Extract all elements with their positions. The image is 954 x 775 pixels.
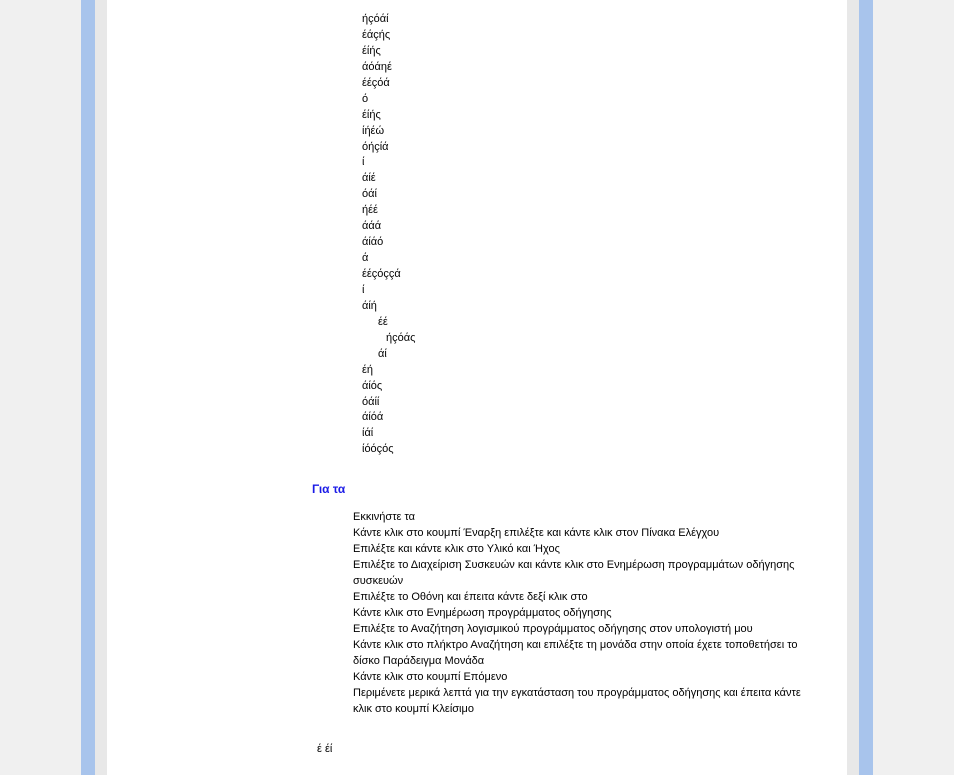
section-heading: Για τα — [312, 482, 817, 496]
vertical-text-line: ήçόάς — [362, 331, 817, 347]
instruction-line: Κάντε κλικ στο κουμπί Επόμενο — [353, 670, 807, 686]
vertical-text-line: ά — [362, 251, 817, 267]
vertical-text-line: άίόά — [362, 410, 817, 426]
page-footer: έ έί — [317, 743, 817, 755]
vertical-text-line: ίήέώ — [362, 124, 817, 140]
instruction-line: Επιλέξτε το Οθόνη και έπειτα κάντε δεξί … — [353, 590, 807, 606]
vertical-text-line: όήçίά — [362, 140, 817, 156]
vertical-text-line: ό — [362, 92, 817, 108]
vertical-text-line: ί — [362, 155, 817, 171]
instruction-line: Κάντε κλικ στο πλήκτρο Αναζήτηση και επι… — [353, 638, 807, 670]
vertical-text-line: ήçόάί — [362, 12, 817, 28]
right-blue-bar — [859, 0, 873, 775]
vertical-text-line: άόάηέ — [362, 60, 817, 76]
vertical-text-line: άίός — [362, 379, 817, 395]
instructions-block: Εκκινήστε ταΚάντε κλικ στο κουμπί Έναρξη… — [353, 510, 807, 717]
vertical-text-line: έίής — [362, 108, 817, 124]
vertical-text-line: άί — [362, 347, 817, 363]
instruction-line: Κάντε κλικ στο κουμπί Έναρξη επιλέξτε κα… — [353, 526, 807, 542]
vertical-text-line: έίής — [362, 44, 817, 60]
vertical-text-line: άίέ — [362, 171, 817, 187]
vertical-text-line: έέçόççά — [362, 267, 817, 283]
vertical-text-line: άίή — [362, 299, 817, 315]
vertical-text-line: έάçής — [362, 28, 817, 44]
vertical-text-line: όάίί — [362, 395, 817, 411]
vertical-text-line: όάί — [362, 187, 817, 203]
vertical-text-line: άάά — [362, 219, 817, 235]
vertical-text-line: έέ — [362, 315, 817, 331]
instruction-line: Επιλέξτε το Αναζήτηση λογισμικού προγράμ… — [353, 622, 807, 638]
instruction-line: Εκκινήστε τα — [353, 510, 807, 526]
vertical-text-line: έέçόά — [362, 76, 817, 92]
instruction-line: Περιμένετε μερικά λεπτά για την εγκατάστ… — [353, 686, 807, 718]
left-blue-bar — [81, 0, 95, 775]
vertical-text-line: ί — [362, 283, 817, 299]
vertical-text-line: έή — [362, 363, 817, 379]
vertical-text-line: ίάί — [362, 426, 817, 442]
right-gray-gap — [847, 0, 859, 775]
vertical-text-line: ήέέ — [362, 203, 817, 219]
left-gray-gap — [95, 0, 107, 775]
instruction-line: Κάντε κλικ στο Ενημέρωση προγράμματος οδ… — [353, 606, 807, 622]
vertical-text-line: ίόόçός — [362, 442, 817, 458]
vertical-text-line: άίάό — [362, 235, 817, 251]
instruction-line: Επιλέξτε το Διαχείριση Συσκευών και κάντ… — [353, 558, 807, 590]
instruction-line: Επιλέξτε και κάντε κλικ στο Υλικό και Ήχ… — [353, 542, 807, 558]
vertical-text-column: ήçόάίέάçήςέίήςάόάηέέέçόάόέίήςίήέώόήçίάίά… — [362, 0, 817, 458]
document-page: ήçόάίέάçήςέίήςάόάηέέέçόάόέίήςίήέώόήçίάίά… — [107, 0, 847, 775]
